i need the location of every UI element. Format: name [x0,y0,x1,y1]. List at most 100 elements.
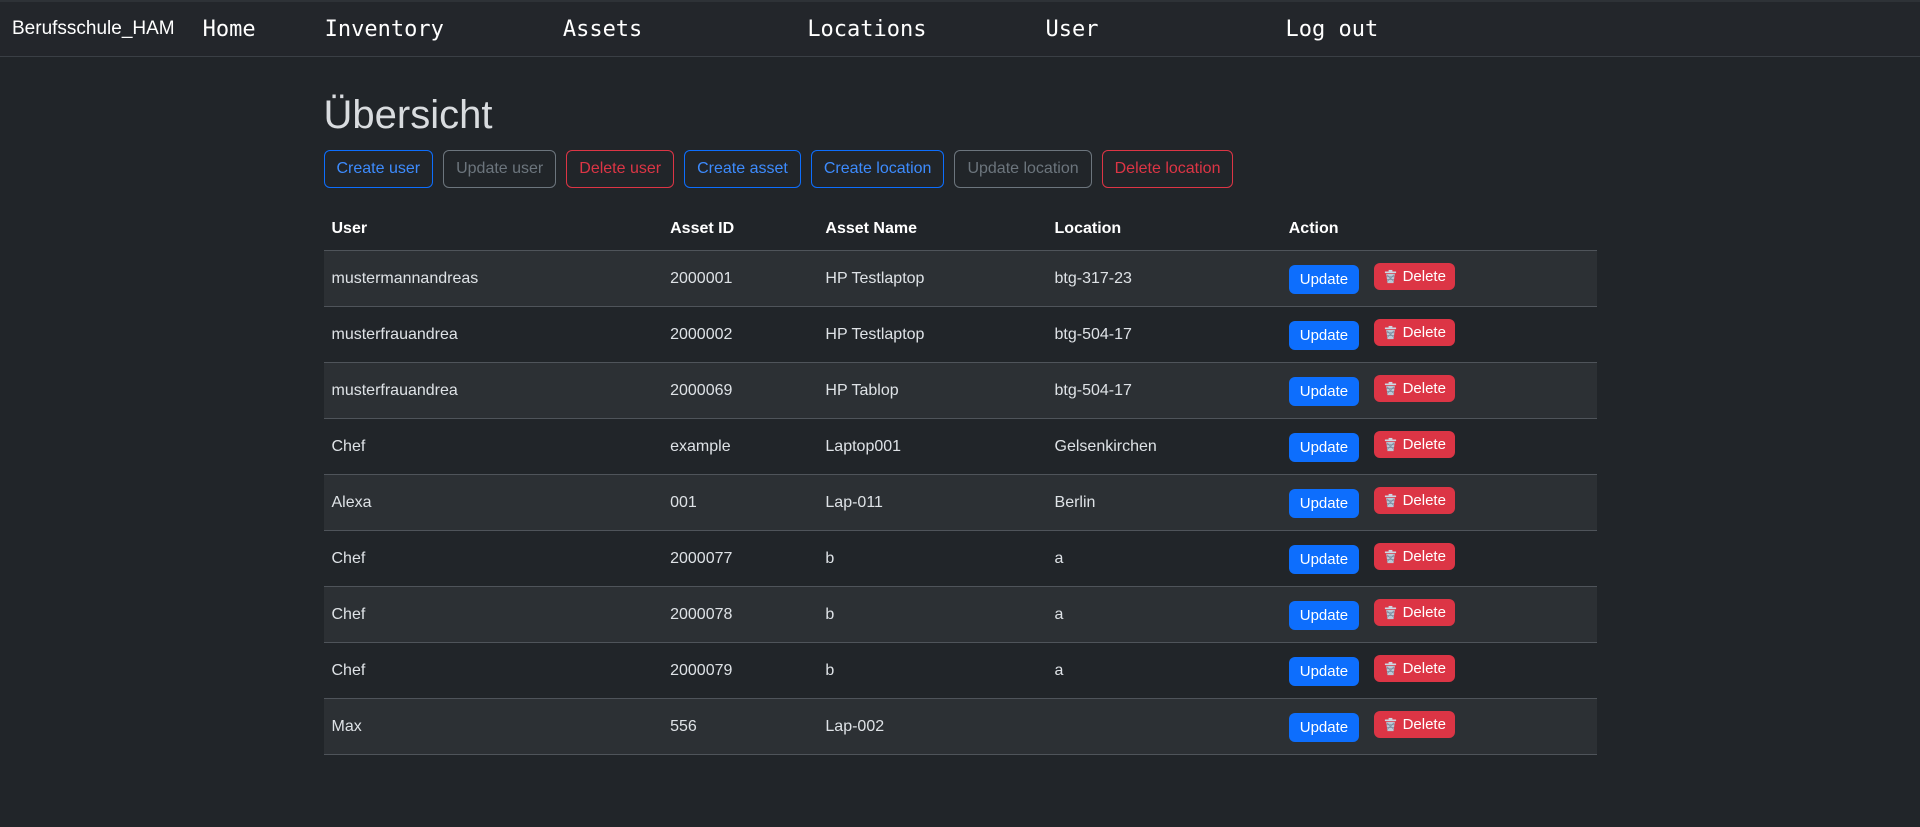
cell-location: a [1047,531,1281,587]
cell-user: Chef [324,587,663,643]
cell-asset-id: 2000078 [662,587,817,643]
cell-action: Update Delete [1281,363,1597,419]
trash-icon [1383,493,1398,508]
row-delete-label: Delete [1403,492,1446,509]
trash-icon [1383,605,1398,620]
delete-user-button[interactable]: Delete user [566,150,674,188]
row-delete-label: Delete [1403,436,1446,453]
row-update-button[interactable]: Update [1289,265,1359,294]
cell-asset-name: Lap-002 [817,699,1046,755]
trash-icon [1383,661,1398,676]
cell-asset-id: example [662,419,817,475]
cell-asset-name: HP Testlaptop [817,307,1046,363]
navbar-brand[interactable]: Berufsschule_HAM [12,18,175,40]
cell-location: btg-317-23 [1047,251,1281,307]
column-header-asset-name: Asset Name [817,208,1046,251]
cell-asset-name: HP Testlaptop [817,251,1046,307]
cell-location: btg-504-17 [1047,363,1281,419]
cell-action: Update Delete [1281,251,1597,307]
row-delete-label: Delete [1403,548,1446,565]
row-update-button[interactable]: Update [1289,545,1359,574]
create-asset-button[interactable]: Create asset [684,150,801,188]
row-update-button[interactable]: Update [1289,321,1359,350]
column-header-user: User [324,208,663,251]
table-row: Chef 2000078 b a Update Delete [324,587,1597,643]
row-update-button[interactable]: Update [1289,489,1359,518]
row-update-button[interactable]: Update [1289,377,1359,406]
cell-asset-id: 2000069 [662,363,817,419]
cell-location [1047,699,1281,755]
nav-item-user[interactable]: User [1046,17,1099,42]
cell-asset-id: 2000001 [662,251,817,307]
update-user-button[interactable]: Update user [443,150,556,188]
cell-action: Update Delete [1281,699,1597,755]
cell-user: Chef [324,531,663,587]
cell-action: Update Delete [1281,419,1597,475]
table-row: Chef 2000077 b a Update Delete [324,531,1597,587]
cell-asset-id: 2000077 [662,531,817,587]
column-header-asset-id: Asset ID [662,208,817,251]
table-row: Chef example Laptop001 Gelsenkirchen Upd… [324,419,1597,475]
cell-location: a [1047,587,1281,643]
assets-table: User Asset ID Asset Name Location Action… [324,208,1597,755]
row-delete-button[interactable]: Delete [1374,431,1455,458]
trash-icon [1383,269,1398,284]
create-user-button[interactable]: Create user [324,150,434,188]
create-location-button[interactable]: Create location [811,150,945,188]
row-delete-button[interactable]: Delete [1374,711,1455,738]
cell-location: a [1047,643,1281,699]
table-row: Max 556 Lap-002 Update Delete [324,699,1597,755]
cell-asset-name: b [817,587,1046,643]
cell-action: Update Delete [1281,643,1597,699]
cell-location: btg-504-17 [1047,307,1281,363]
trash-icon [1383,325,1398,340]
table-body: mustermannandreas 2000001 HP Testlaptop … [324,251,1597,755]
table-row: musterfrauandrea 2000069 HP Tablop btg-5… [324,363,1597,419]
delete-location-button[interactable]: Delete location [1102,150,1234,188]
cell-action: Update Delete [1281,531,1597,587]
table-row: Alexa 001 Lap-011 Berlin Update Delete [324,475,1597,531]
cell-asset-id: 2000002 [662,307,817,363]
nav-item-locations[interactable]: Locations [807,17,926,42]
row-update-button[interactable]: Update [1289,433,1359,462]
cell-asset-name: Lap-011 [817,475,1046,531]
nav-item-inventory[interactable]: Inventory [325,17,444,42]
row-delete-button[interactable]: Delete [1374,543,1455,570]
row-delete-button[interactable]: Delete [1374,375,1455,402]
update-location-button[interactable]: Update location [954,150,1091,188]
table-header: User Asset ID Asset Name Location Action [324,208,1597,251]
main-content: Übersicht Create user Update user Delete… [324,93,1597,755]
cell-user: musterfrauandrea [324,363,663,419]
cell-user: Alexa [324,475,663,531]
table-row: mustermannandreas 2000001 HP Testlaptop … [324,251,1597,307]
row-delete-button[interactable]: Delete [1374,655,1455,682]
cell-asset-id: 2000079 [662,643,817,699]
cell-action: Update Delete [1281,587,1597,643]
cell-asset-name: b [817,531,1046,587]
navbar: Berufsschule_HAM Home Inventory Assets L… [0,0,1920,57]
row-update-button[interactable]: Update [1289,657,1359,686]
row-delete-button[interactable]: Delete [1374,599,1455,626]
row-delete-button[interactable]: Delete [1374,319,1455,346]
trash-icon [1383,381,1398,396]
cell-user: Chef [324,419,663,475]
cell-location: Berlin [1047,475,1281,531]
cell-asset-id: 556 [662,699,817,755]
row-update-button[interactable]: Update [1289,601,1359,630]
nav-item-assets[interactable]: Assets [563,17,642,42]
cell-action: Update Delete [1281,307,1597,363]
row-delete-button[interactable]: Delete [1374,487,1455,514]
row-delete-label: Delete [1403,660,1446,677]
navbar-links: Home Inventory Assets Locations User Log… [175,17,1379,42]
column-header-action: Action [1281,208,1597,251]
nav-item-home[interactable]: Home [203,17,256,42]
cell-user: musterfrauandrea [324,307,663,363]
nav-item-logout[interactable]: Log out [1286,17,1379,42]
row-delete-label: Delete [1403,268,1446,285]
row-delete-button[interactable]: Delete [1374,263,1455,290]
row-update-button[interactable]: Update [1289,713,1359,742]
cell-user: Chef [324,643,663,699]
table-row: musterfrauandrea 2000002 HP Testlaptop b… [324,307,1597,363]
trash-icon [1383,437,1398,452]
page-title: Übersicht [324,93,1597,138]
